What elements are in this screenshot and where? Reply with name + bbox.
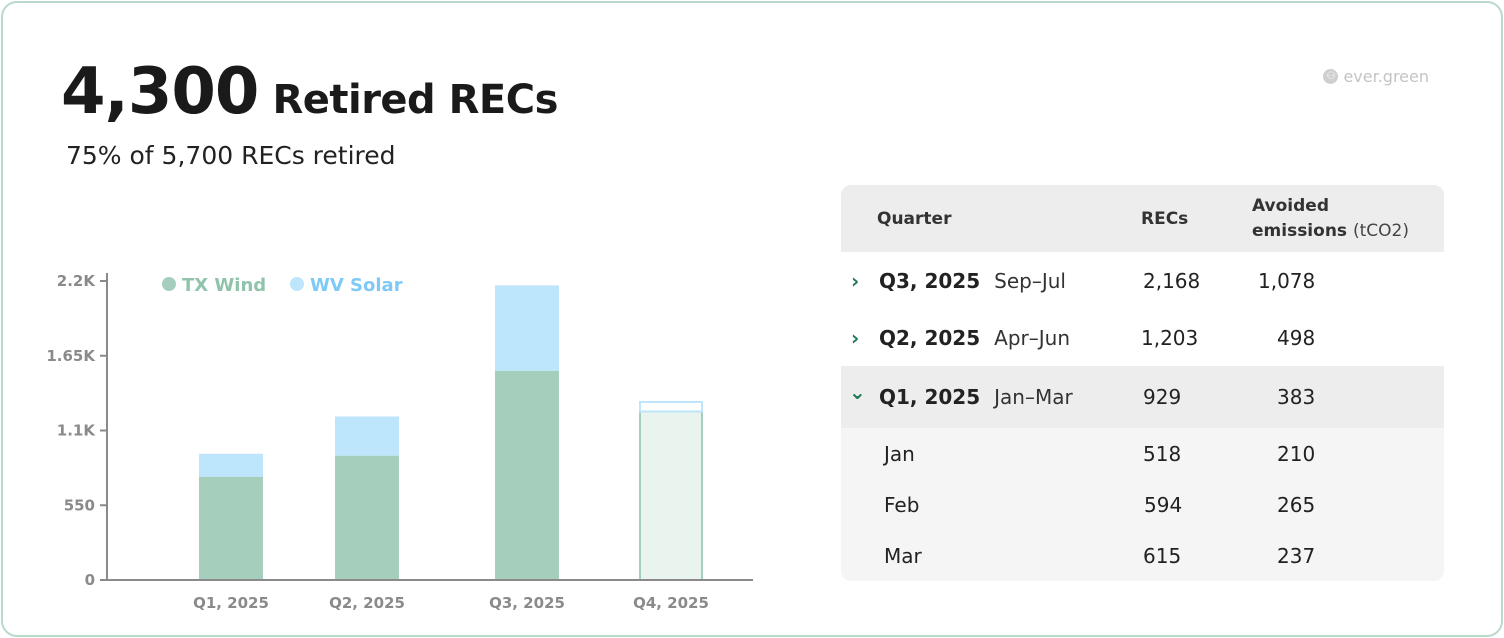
quarter-range: Jan–Mar bbox=[994, 385, 1073, 409]
subrow-avoided: 265 bbox=[1277, 492, 1316, 517]
row-recs: 929 bbox=[1143, 385, 1182, 409]
y-tick-label: 0 bbox=[85, 571, 95, 589]
row-quarter: Q1, 2025 Jan–Mar bbox=[879, 385, 1073, 409]
quarterly-table: Quarter RECs Avoided emissions (tCO2) › … bbox=[841, 185, 1444, 581]
header-emissions-text: emissions bbox=[1252, 221, 1348, 241]
y-tick-label: 1.65K bbox=[46, 347, 96, 365]
subrow-avoided: 237 bbox=[1277, 543, 1316, 568]
retired-summary: 75% of 5,700 RECs retired bbox=[66, 141, 396, 170]
x-tick-label: Q2, 2025 bbox=[329, 594, 405, 612]
subrow-recs: 594 bbox=[1144, 492, 1183, 517]
quarter-name: Q3, 2025 bbox=[879, 268, 981, 293]
legend-label: TX Wind bbox=[182, 275, 266, 296]
legend-swatch bbox=[290, 277, 304, 291]
header-avoided: Avoided bbox=[1252, 196, 1330, 216]
table-subrow-jan: Jan 518 210 bbox=[841, 428, 1444, 479]
row-quarter: Q2, 2025 Apr–Jun bbox=[879, 326, 1070, 350]
y-tick-label: 550 bbox=[64, 496, 95, 514]
subrow-recs: 518 bbox=[1143, 441, 1182, 466]
bar-segment bbox=[335, 455, 399, 580]
row-avoided: 1,078 bbox=[1258, 268, 1316, 293]
subrow-month: Feb bbox=[884, 492, 920, 517]
headline: 4,300 Retired RECs bbox=[61, 55, 558, 129]
x-tick-label: Q3, 2025 bbox=[489, 594, 565, 612]
bar-segment-projected bbox=[639, 400, 703, 413]
bar-segment bbox=[495, 370, 559, 580]
subrow-month: Mar bbox=[884, 543, 922, 568]
total-retired-label: Retired RECs bbox=[272, 77, 558, 123]
header-quarter: Quarter bbox=[877, 209, 952, 229]
y-tick-label: 1.1K bbox=[57, 422, 97, 440]
table-subrow-feb: Feb 594 265 bbox=[841, 479, 1444, 530]
row-avoided: 383 bbox=[1277, 385, 1316, 409]
table-row-q3[interactable]: › Q3, 2025 Sep–Jul 2,168 1,078 bbox=[841, 252, 1444, 309]
subrow-avoided: 210 bbox=[1277, 441, 1316, 466]
bar-segment bbox=[335, 416, 399, 456]
brand: ⚇ ever.green bbox=[1323, 67, 1429, 86]
table-subrow-mar: Mar 615 237 bbox=[841, 530, 1444, 581]
y-tick-label: 2.2K bbox=[57, 272, 97, 290]
quarter-range: Sep–Jul bbox=[994, 268, 1066, 293]
header-emissions: emissions (tCO2) bbox=[1252, 221, 1409, 241]
legend-swatch bbox=[162, 277, 176, 291]
x-tick-label: Q4, 2025 bbox=[633, 594, 709, 612]
row-recs: 2,168 bbox=[1143, 268, 1201, 293]
quarter-range: Apr–Jun bbox=[994, 325, 1071, 350]
table-row-q2[interactable]: › Q2, 2025 Apr–Jun 1,203 498 bbox=[841, 309, 1444, 366]
chevron-down-icon[interactable]: ⌄ bbox=[849, 380, 866, 404]
stacked-bar-chart: 0 550 1.1K 1.65K 2.2K Q1, 2025 Q2, 2025 Q3, 202… bbox=[46, 272, 753, 612]
subrow-recs: 615 bbox=[1143, 543, 1182, 568]
retired-recs-card: 4,300 Retired RECs 75% of 5,700 RECs ret… bbox=[1, 1, 1503, 637]
table-row-q1[interactable]: ⌄ Q1, 2025 Jan–Mar 929 383 bbox=[841, 366, 1444, 428]
row-recs: 1,203 bbox=[1141, 325, 1199, 350]
evergreen-logo-icon: ⚇ bbox=[1323, 69, 1339, 84]
subrow-month: Jan bbox=[884, 441, 915, 466]
row-quarter: Q3, 2025 Sep–Jul bbox=[879, 269, 1066, 293]
legend-label: WV Solar bbox=[310, 275, 403, 296]
quarter-name: Q2, 2025 bbox=[879, 325, 981, 350]
chevron-right-icon[interactable]: › bbox=[851, 326, 859, 350]
brand-name: ever.green bbox=[1343, 67, 1429, 86]
row-avoided: 498 bbox=[1277, 325, 1316, 350]
bar-segment-projected bbox=[639, 410, 703, 581]
bar-segment bbox=[199, 476, 263, 580]
bar-segment bbox=[495, 285, 559, 371]
table-header: Quarter RECs Avoided emissions (tCO2) bbox=[841, 185, 1444, 252]
header-recs: RECs bbox=[1141, 209, 1189, 229]
header-unit: (tCO2) bbox=[1352, 221, 1409, 241]
chevron-right-icon[interactable]: › bbox=[851, 269, 859, 293]
bar-segment bbox=[199, 453, 263, 477]
total-retired-number: 4,300 bbox=[61, 55, 259, 129]
quarter-name: Q1, 2025 bbox=[879, 385, 981, 409]
x-tick-label: Q1, 2025 bbox=[193, 594, 269, 612]
